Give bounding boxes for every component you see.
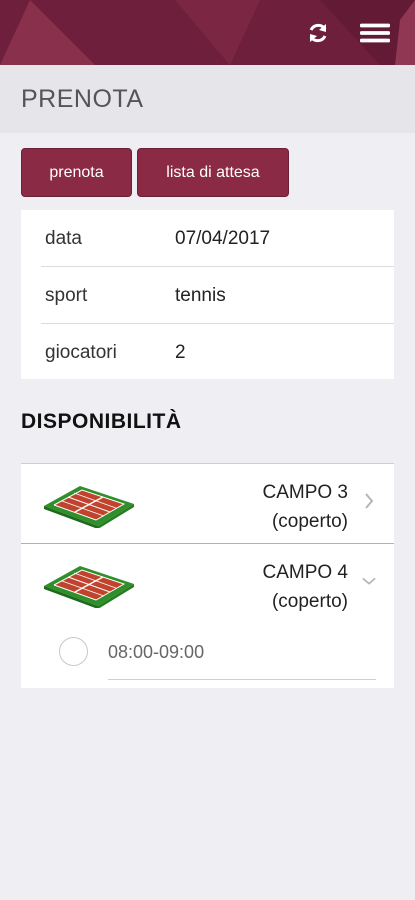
players-row[interactable]: giocatori 2	[41, 324, 374, 381]
hamburger-menu-icon[interactable]	[360, 18, 390, 48]
court-name: CAMPO 4 (coperto)	[262, 558, 348, 616]
date-row[interactable]: data 07/04/2017	[41, 210, 374, 267]
slot-radio-button[interactable]	[59, 637, 88, 666]
date-label: data	[45, 227, 82, 249]
header-background	[0, 0, 415, 65]
slot-time: 08:00-09:00	[108, 642, 205, 662]
court-type: (coperto)	[271, 511, 348, 532]
prenota-button[interactable]: prenota	[21, 148, 132, 197]
app-header	[0, 0, 415, 65]
court-title: CAMPO 3	[262, 482, 348, 503]
tennis-court-icon	[44, 486, 134, 528]
sport-label: sport	[45, 284, 88, 306]
refresh-icon[interactable]	[303, 18, 333, 48]
players-value: 2	[175, 341, 186, 363]
tennis-court-icon	[44, 566, 134, 608]
booking-details-card: data 07/04/2017 sport tennis giocatori 2	[21, 210, 394, 379]
chevron-right-icon	[362, 493, 376, 509]
sport-row[interactable]: sport tennis	[41, 267, 374, 324]
court-name: CAMPO 3 (coperto)	[262, 478, 348, 536]
court-item-campo-4[interactable]: CAMPO 4 (coperto) 08:00-09:00	[21, 543, 394, 688]
players-label: giocatori	[45, 341, 117, 363]
availability-title: DISPONIBILITÀ	[21, 410, 182, 433]
slot-divider	[108, 679, 376, 680]
court-title: CAMPO 4	[262, 562, 348, 583]
waitlist-button[interactable]: lista di attesa	[137, 148, 289, 197]
sport-value: tennis	[175, 284, 226, 306]
page-title: PRENOTA	[21, 85, 144, 113]
court-type: (coperto)	[271, 591, 348, 612]
chevron-down-icon	[362, 574, 376, 588]
date-value: 07/04/2017	[175, 227, 271, 249]
court-item-campo-3[interactable]: CAMPO 3 (coperto)	[21, 463, 394, 543]
